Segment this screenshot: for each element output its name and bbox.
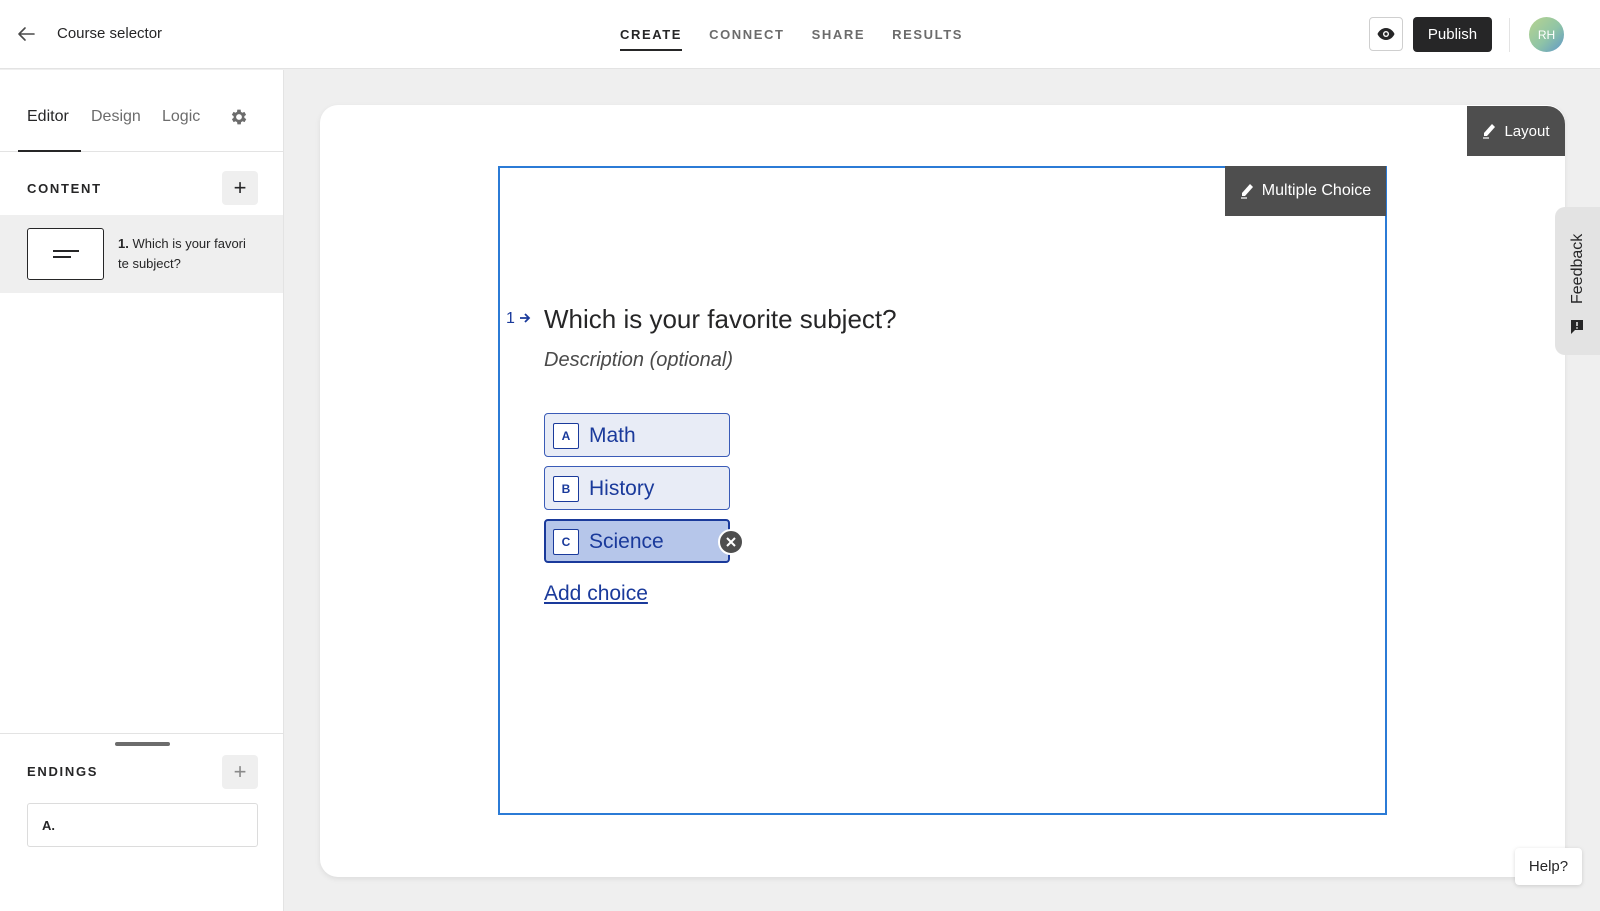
form-title[interactable]: Course selector [57, 25, 162, 42]
publish-button[interactable]: Publish [1413, 17, 1492, 52]
question-title[interactable]: Which is your favorite subject? [544, 304, 897, 335]
plus-icon: + [233, 759, 247, 784]
pencil-icon [1483, 124, 1496, 139]
choice-a[interactable]: A Math [544, 413, 730, 457]
question-list-text: 1. Which is your favorite subject? [118, 236, 246, 271]
tab-create[interactable]: CREATE [620, 0, 683, 69]
ending-list-item[interactable]: A. [27, 803, 258, 847]
choice-c[interactable]: C Science [544, 519, 730, 563]
choice-label[interactable]: Science [589, 530, 664, 554]
add-choice-link[interactable]: Add choice [544, 582, 648, 606]
feedback-icon [1571, 320, 1583, 334]
arrow-right-icon [520, 313, 531, 323]
gear-icon[interactable] [229, 107, 249, 127]
layout-button[interactable]: Layout [1467, 106, 1565, 156]
main-nav: CREATE CONNECT SHARE RESULTS [620, 0, 963, 69]
sidebar: Editor Design Logic CONTENT + 1. Which i… [0, 70, 284, 911]
add-question-button[interactable]: + [222, 171, 258, 205]
remove-choice-button[interactable] [718, 529, 744, 555]
tab-logic[interactable]: Logic [162, 108, 200, 126]
question-type-label: Multiple Choice [1261, 182, 1372, 199]
layout-label: Layout [1504, 122, 1550, 140]
active-tab-indicator [18, 150, 81, 152]
top-bar: Course selector CREATE CONNECT SHARE RES… [0, 0, 1600, 69]
sidebar-tabs: Editor Design Logic [0, 70, 284, 152]
endings-section-label: ENDINGS [27, 764, 99, 779]
choice-label[interactable]: History [589, 477, 654, 501]
tab-editor[interactable]: Editor [27, 108, 69, 126]
content-section-label: CONTENT [27, 181, 102, 196]
choice-label[interactable]: Math [589, 424, 636, 448]
eye-icon [1377, 28, 1395, 40]
question-thumbnail [27, 228, 104, 280]
feedback-tab[interactable]: Feedback [1555, 207, 1600, 355]
tab-share[interactable]: SHARE [812, 0, 866, 69]
add-ending-button[interactable]: + [222, 755, 258, 789]
feedback-label: Feedback [1569, 233, 1586, 304]
question-list-item[interactable]: 1. Which is your favorite subject? [0, 215, 283, 293]
question-number: 1 [506, 310, 531, 328]
tab-design[interactable]: Design [91, 108, 141, 126]
plus-icon: + [233, 175, 247, 200]
question-description[interactable]: Description (optional) [544, 349, 733, 372]
back-arrow-icon[interactable] [14, 22, 38, 46]
close-icon [726, 537, 736, 547]
tab-results[interactable]: RESULTS [892, 0, 963, 69]
choice-key: B [553, 476, 579, 502]
tab-connect[interactable]: CONNECT [709, 0, 784, 69]
choice-key: A [553, 423, 579, 449]
preview-button[interactable] [1369, 17, 1403, 51]
question-type-button[interactable]: Multiple Choice [1225, 166, 1386, 216]
pencil-icon [1240, 184, 1253, 199]
divider [1509, 18, 1510, 52]
avatar[interactable]: RH [1529, 17, 1564, 52]
resize-handle[interactable] [115, 742, 170, 746]
choice-b[interactable]: B History [544, 466, 730, 510]
choice-key: C [553, 529, 579, 555]
section-divider [0, 733, 284, 734]
help-button[interactable]: Help? [1515, 848, 1582, 885]
